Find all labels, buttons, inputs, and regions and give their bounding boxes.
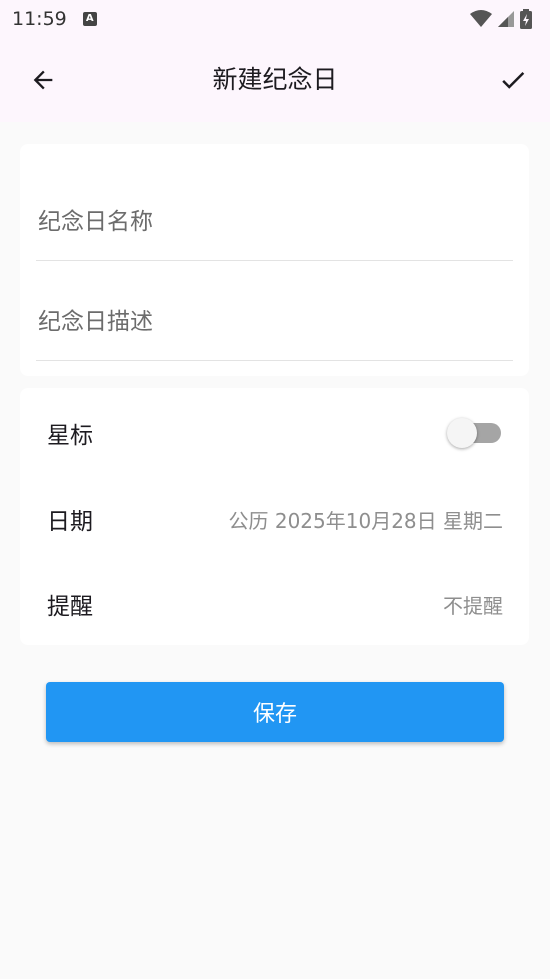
app-bar: 新建纪念日 xyxy=(0,38,550,122)
page-title: 新建纪念日 xyxy=(212,65,338,94)
info-card xyxy=(20,144,529,376)
reminder-value: 不提醒 xyxy=(443,593,503,618)
reminder-label: 提醒 xyxy=(47,594,93,620)
description-field xyxy=(36,260,515,361)
date-row[interactable]: 日期 公历 2025年10月28日 星期二 xyxy=(20,476,529,562)
confirm-button[interactable] xyxy=(492,59,534,101)
check-icon xyxy=(502,71,525,89)
star-toggle-thumb xyxy=(447,418,477,448)
date-label: 日期 xyxy=(47,509,93,535)
name-input[interactable] xyxy=(38,202,515,242)
signal-icon xyxy=(498,11,514,27)
status-bar: 11:59 A xyxy=(0,0,550,38)
star-toggle[interactable] xyxy=(447,418,503,448)
save-button[interactable]: 保存 xyxy=(46,682,504,742)
reminder-row[interactable]: 提醒 不提醒 xyxy=(20,561,529,647)
date-value: 公历 2025年10月28日 星期二 xyxy=(228,508,503,533)
description-input[interactable] xyxy=(38,302,515,342)
name-field xyxy=(36,160,515,261)
wifi-icon xyxy=(470,10,492,27)
status-left: 11:59 A xyxy=(12,8,97,30)
notification-icon: A xyxy=(82,12,97,26)
star-row[interactable]: 星标 xyxy=(20,390,529,476)
status-icons xyxy=(470,9,532,29)
star-label: 星标 xyxy=(47,423,93,449)
settings-card: 星标 日期 公历 2025年10月28日 星期二 提醒 不提醒 xyxy=(20,388,529,645)
battery-icon xyxy=(520,9,532,29)
status-time: 11:59 xyxy=(12,8,67,30)
